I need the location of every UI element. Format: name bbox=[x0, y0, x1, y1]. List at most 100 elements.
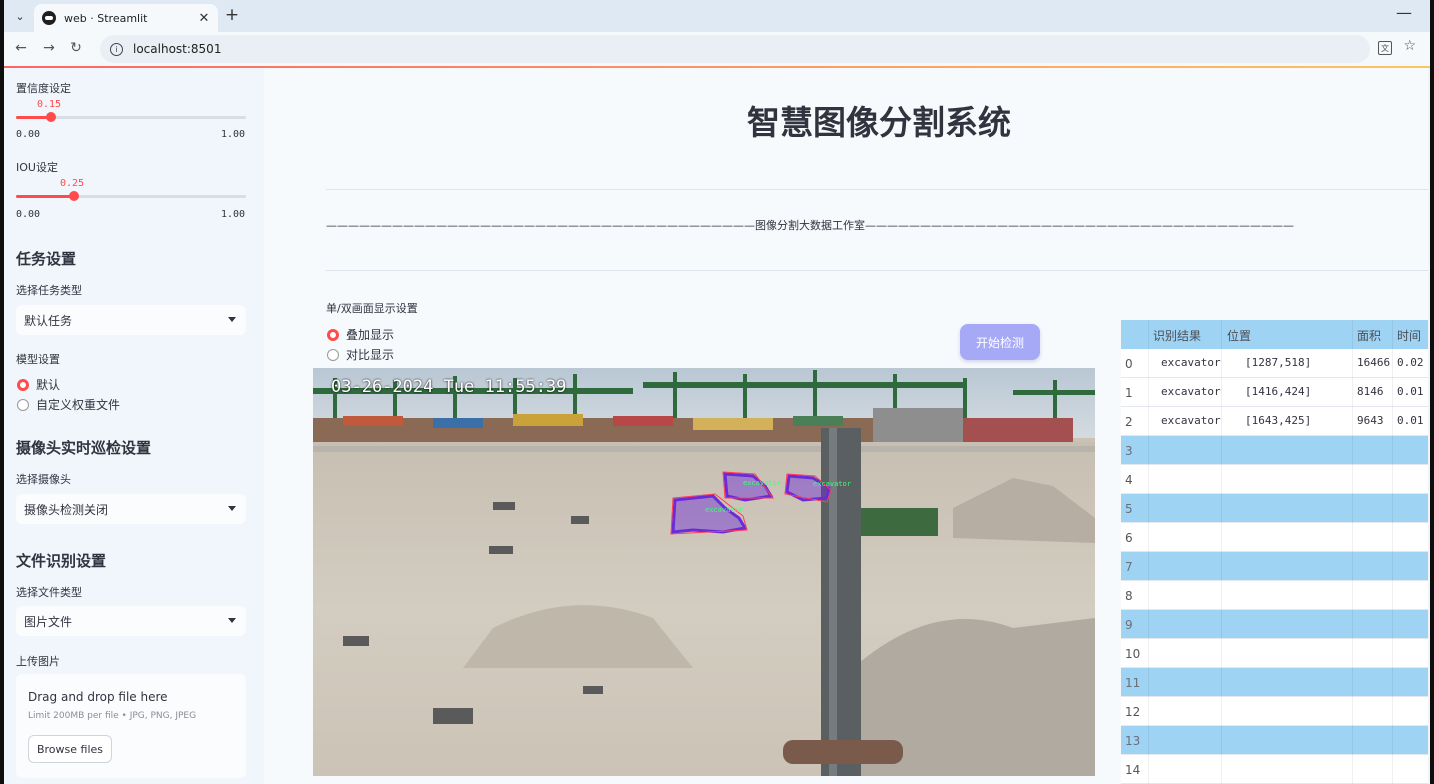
row-index: 5 bbox=[1125, 502, 1133, 516]
table-row[interactable]: 14 bbox=[1121, 755, 1428, 784]
table-row[interactable]: 4 bbox=[1121, 465, 1428, 494]
detection-label: excavator bbox=[705, 506, 743, 514]
display-option-overlay[interactable]: 叠加显示 bbox=[327, 326, 394, 343]
chevron-down-icon bbox=[228, 618, 236, 623]
cell-time: 0.01 bbox=[1397, 414, 1424, 427]
timestamp-overlay: 03-26-2024 Tue 11:55:39 bbox=[331, 377, 567, 397]
row-index: 4 bbox=[1125, 473, 1133, 487]
confidence-label: 置信度设定 bbox=[16, 82, 71, 95]
row-index: 9 bbox=[1125, 618, 1133, 632]
model-option-default[interactable]: 默认 bbox=[17, 376, 60, 393]
camera-value: 摄像头检测关闭 bbox=[24, 502, 109, 517]
iou-max: 1.00 bbox=[221, 209, 246, 220]
divider bbox=[326, 270, 1428, 271]
table-row[interactable]: 7 bbox=[1121, 552, 1428, 581]
table-row[interactable]: 2 excavator [1643,425] 9643 0.01 bbox=[1121, 407, 1428, 436]
iou-value: 0.25 bbox=[60, 178, 85, 189]
cell-result: excavator bbox=[1161, 356, 1221, 369]
bookmark-star-icon[interactable]: ☆ bbox=[1403, 38, 1416, 54]
tab-title: web · Streamlit bbox=[64, 11, 148, 25]
reload-icon[interactable]: ↻ bbox=[67, 40, 85, 56]
column-divider bbox=[1352, 320, 1353, 784]
display-option-compare[interactable]: 对比显示 bbox=[327, 346, 394, 363]
forward-icon[interactable]: → bbox=[40, 40, 58, 56]
table-row[interactable]: 9 bbox=[1121, 610, 1428, 639]
display-option-label: 叠加显示 bbox=[346, 328, 395, 342]
model-option-label: 自定义权重文件 bbox=[36, 398, 121, 412]
model-option-label: 默认 bbox=[36, 378, 61, 392]
site-info-icon[interactable]: i bbox=[110, 42, 123, 56]
url-text: localhost:8501 bbox=[133, 42, 222, 56]
translate-icon[interactable]: 文 bbox=[1378, 41, 1392, 55]
detection-label: excavator bbox=[743, 479, 781, 487]
chevron-down-icon bbox=[228, 317, 236, 322]
minimize-icon[interactable]: — bbox=[1396, 3, 1412, 22]
iou-slider-thumb[interactable] bbox=[69, 191, 79, 201]
studio-banner: ———————————————————————————————————————图… bbox=[326, 219, 1294, 232]
table-row[interactable]: 5 bbox=[1121, 494, 1428, 523]
radio-unselected-icon bbox=[17, 398, 29, 411]
cell-area: 9643 bbox=[1357, 414, 1384, 427]
column-divider bbox=[1148, 320, 1149, 784]
file-type-select[interactable]: 图片文件 bbox=[16, 606, 246, 636]
row-index: 12 bbox=[1125, 705, 1141, 719]
column-header-area: 面积 bbox=[1357, 329, 1382, 343]
table-header: 识别结果 位置 面积 时间 bbox=[1121, 320, 1428, 349]
table-row[interactable]: 10 bbox=[1121, 639, 1428, 668]
task-heading: 任务设置 bbox=[16, 250, 77, 268]
column-divider bbox=[1221, 320, 1222, 784]
streamlit-favicon-icon bbox=[42, 11, 56, 25]
camera-heading: 摄像头实时巡检设置 bbox=[16, 439, 152, 457]
column-header-time: 时间 bbox=[1397, 329, 1422, 343]
table-row[interactable]: 8 bbox=[1121, 581, 1428, 610]
browse-files-button[interactable]: Browse files bbox=[28, 735, 112, 763]
url-field[interactable]: i localhost:8501 bbox=[100, 35, 1370, 63]
task-type-label: 选择任务类型 bbox=[16, 284, 82, 297]
cell-result: excavator bbox=[1161, 385, 1221, 398]
close-tab-icon[interactable]: ✕ bbox=[194, 11, 214, 26]
row-index: 10 bbox=[1125, 647, 1141, 661]
confidence-max: 1.00 bbox=[221, 129, 246, 140]
table-row[interactable]: 1 excavator [1416,424] 8146 0.01 bbox=[1121, 378, 1428, 407]
file-dropzone[interactable]: Drag and drop file here Limit 200MB per … bbox=[16, 674, 246, 778]
row-index: 11 bbox=[1125, 676, 1141, 690]
dropzone-title: Drag and drop file here bbox=[28, 690, 168, 704]
display-mode-label: 单/双画面显示设置 bbox=[326, 302, 418, 315]
new-tab-icon[interactable]: + bbox=[222, 5, 242, 25]
column-header-result: 识别结果 bbox=[1153, 329, 1202, 343]
cell-time: 0.01 bbox=[1397, 385, 1424, 398]
row-index: 1 bbox=[1125, 386, 1133, 400]
back-icon[interactable]: ← bbox=[12, 40, 30, 56]
confidence-slider[interactable] bbox=[16, 112, 246, 122]
row-index: 3 bbox=[1125, 444, 1133, 458]
table-row[interactable]: 12 bbox=[1121, 697, 1428, 726]
start-detection-button[interactable]: 开始检测 bbox=[960, 324, 1040, 360]
iou-slider[interactable] bbox=[16, 191, 246, 201]
column-divider bbox=[1392, 320, 1393, 784]
detection-image: 03-26-2024 Tue 11:55:39 excavator excava… bbox=[313, 368, 1095, 776]
model-label: 模型设置 bbox=[16, 353, 60, 366]
tab-search-icon[interactable]: ⌄ bbox=[10, 6, 30, 26]
table-row[interactable]: 3 bbox=[1121, 436, 1428, 465]
table-row[interactable]: 11 bbox=[1121, 668, 1428, 697]
task-type-select[interactable]: 默认任务 bbox=[16, 305, 246, 335]
model-option-custom[interactable]: 自定义权重文件 bbox=[17, 396, 120, 413]
cell-result: excavator bbox=[1161, 414, 1221, 427]
file-heading: 文件识别设置 bbox=[16, 552, 107, 570]
browser-window: ⌄ web · Streamlit ✕ + — ← → ↻ i localhos… bbox=[4, 0, 1430, 784]
table-row[interactable]: 13 bbox=[1121, 726, 1428, 755]
chevron-down-icon bbox=[228, 506, 236, 511]
confidence-min: 0.00 bbox=[16, 129, 41, 140]
main-content: 智慧图像分割系统 ———————————————————————————————… bbox=[264, 68, 1428, 784]
camera-select[interactable]: 摄像头检测关闭 bbox=[16, 494, 246, 524]
cell-position: [1416,424] bbox=[1245, 385, 1312, 398]
row-index: 8 bbox=[1125, 589, 1133, 603]
browser-tab[interactable]: web · Streamlit ✕ bbox=[34, 4, 218, 32]
cell-time: 0.02 bbox=[1397, 356, 1424, 369]
confidence-slider-thumb[interactable] bbox=[46, 112, 56, 122]
results-table[interactable]: 识别结果 位置 面积 时间 0 excavator [1287,518] 16466 0… bbox=[1121, 320, 1428, 784]
table-row[interactable]: 0 excavator [1287,518] 16466 0.02 bbox=[1121, 349, 1428, 378]
table-row[interactable]: 6 bbox=[1121, 523, 1428, 552]
construction-site-photo bbox=[313, 368, 1095, 776]
tab-bar: ⌄ web · Streamlit ✕ + — bbox=[4, 0, 1430, 32]
